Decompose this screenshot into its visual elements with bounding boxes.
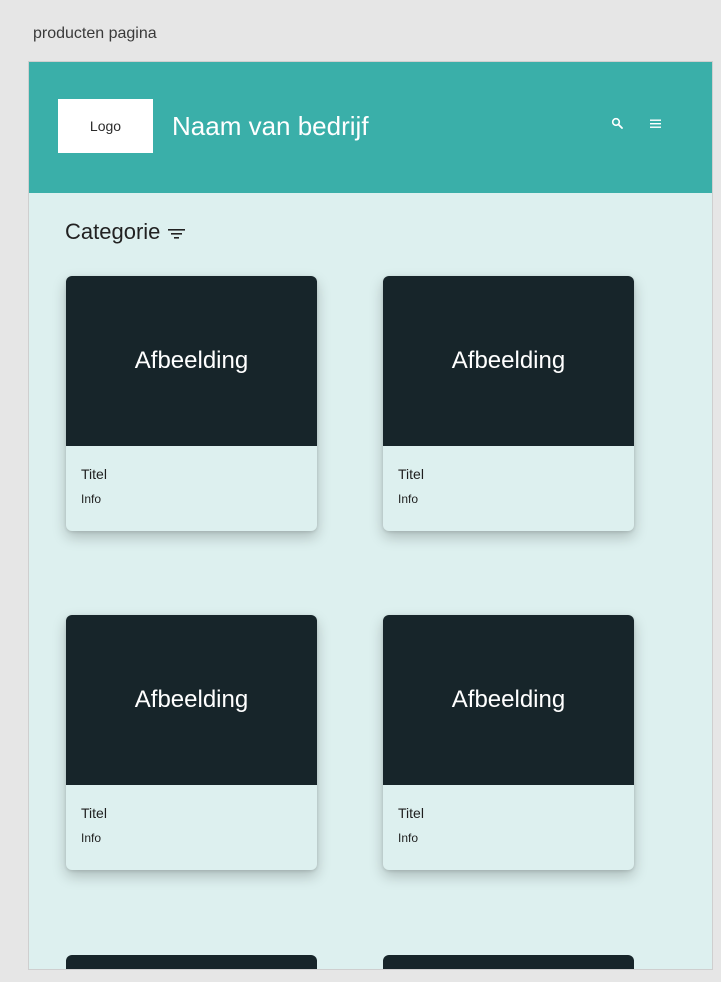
logo[interactable]: Logo [58,99,153,153]
product-info: Info [398,492,419,506]
product-image: Afbeelding [66,615,317,785]
search-icon[interactable] [611,117,625,131]
company-name: Naam van bedrijf [172,111,369,141]
product-info: Info [81,492,102,506]
product-card-partial[interactable] [383,955,634,969]
product-card[interactable]: Afbeelding Titel Info [66,276,317,531]
product-card[interactable]: Afbeelding Titel Info [383,276,634,531]
product-title: Titel [81,805,107,821]
filter-icon [168,229,186,239]
category-filter[interactable]: Categorie [65,217,186,247]
product-card[interactable]: Afbeelding Titel Info [383,615,634,870]
product-image: Afbeelding [383,615,634,785]
product-info: Info [398,831,419,845]
header: Logo Naam van bedrijf [29,62,712,193]
product-card-partial[interactable] [66,955,317,969]
product-title: Titel [398,466,424,482]
product-image: Afbeelding [66,276,317,446]
hamburger-menu-icon[interactable] [649,117,663,131]
products-page: Logo Naam van bedrijf Categorie Afbeeldi… [29,62,712,969]
product-info: Info [81,831,102,845]
product-title: Titel [81,466,107,482]
product-card[interactable]: Afbeelding Titel Info [66,615,317,870]
product-title: Titel [398,805,424,821]
artboard-label: producten pagina [33,25,157,42]
product-image: Afbeelding [383,276,634,446]
category-label: Categorie [65,219,161,244]
